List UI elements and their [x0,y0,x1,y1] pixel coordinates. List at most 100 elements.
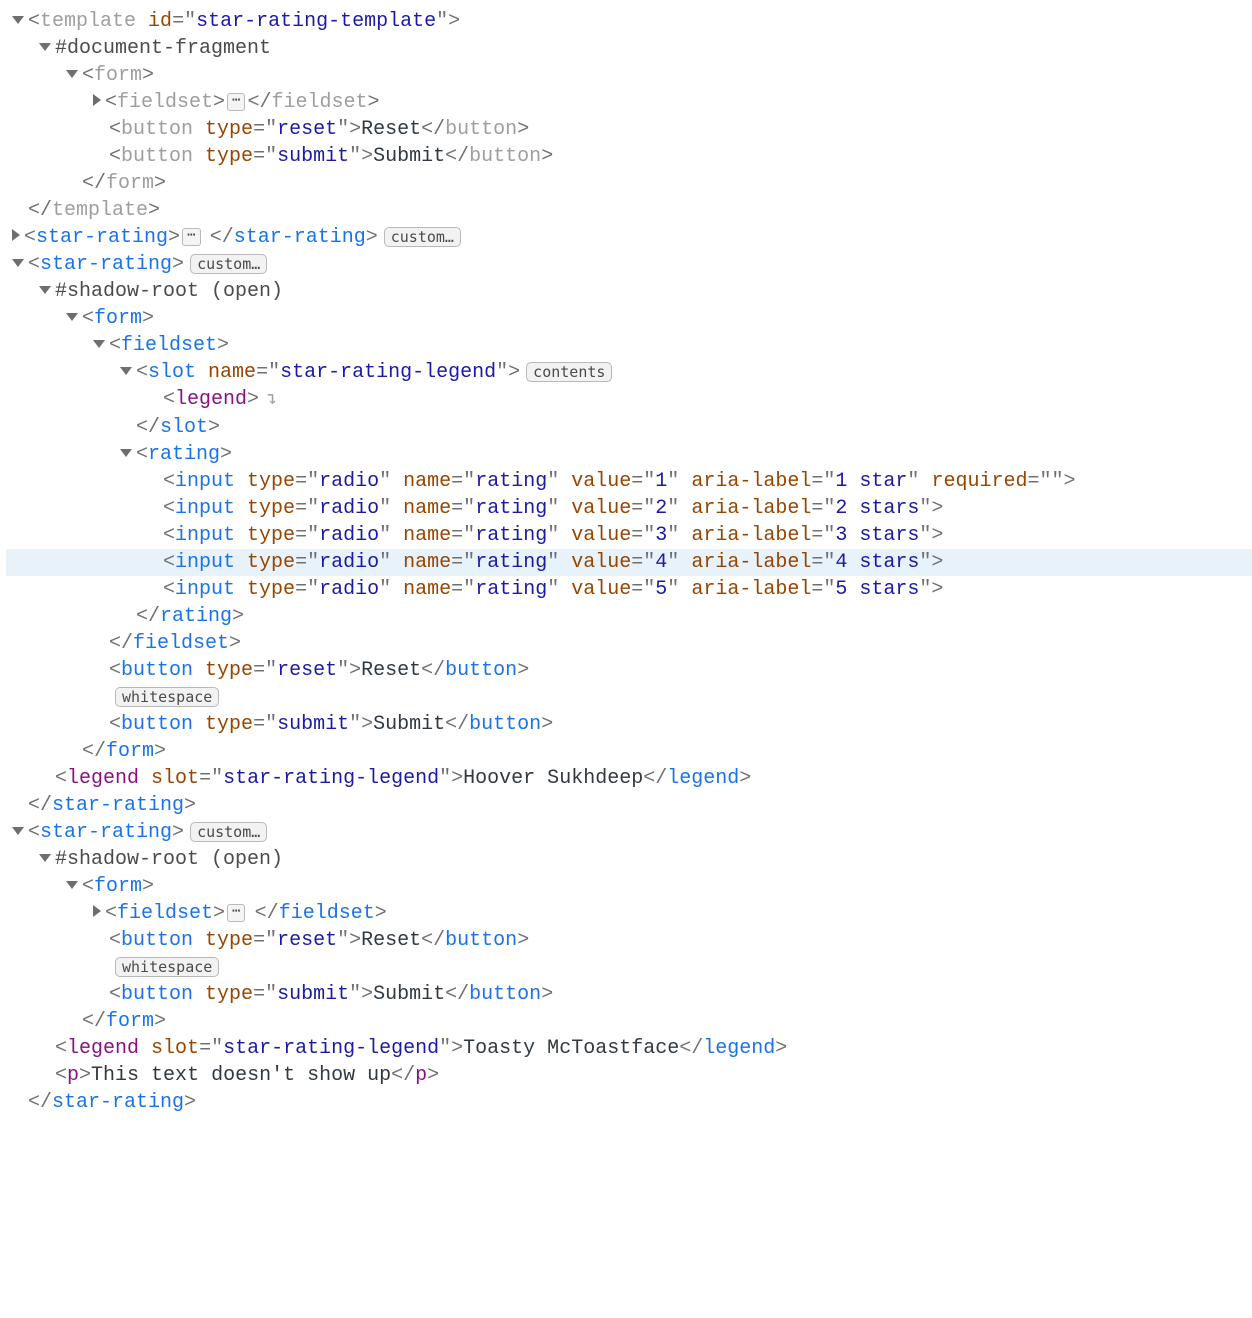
attr-name: value [571,578,631,601]
tree-row[interactable]: </slot> [6,414,1252,441]
tree-row[interactable]: </form> [6,170,1252,197]
text-node: Reset [361,118,421,141]
angle-bracket: > [142,64,154,87]
tree-row[interactable]: <star-rating>custom… [6,819,1252,846]
tag-form: form [94,875,142,898]
tree-row[interactable]: </template> [6,197,1252,224]
tree-row[interactable]: <button type="submit">Submit</button> [6,981,1252,1008]
custom-badge[interactable]: custom… [384,227,461,247]
tree-row[interactable]: <button type="reset">Reset</button> [6,657,1252,684]
row-content: <fieldset>⋯</fieldset> [105,89,380,116]
quote: " [463,578,475,601]
caret-down-icon[interactable] [39,286,51,294]
tree-row[interactable]: <legend slot="star-rating-legend">Hoover… [6,765,1252,792]
custom-badge[interactable]: custom… [190,254,267,274]
tree-row[interactable]: <legend slot="star-rating-legend">Toasty… [6,1035,1252,1062]
tree-row[interactable]: <button type="reset">Reset</button> [6,927,1252,954]
contents-badge: contents [526,362,612,382]
expand-ellipsis-button[interactable]: ⋯ [182,228,200,246]
row-content: <button type="submit">Submit</button> [109,143,553,170]
attr-value: reset [277,659,337,682]
angle-bracket: </ [421,118,445,141]
tree-row[interactable]: </form> [6,1008,1252,1035]
quote: " [436,10,448,33]
caret-down-icon[interactable] [66,881,78,889]
expand-ellipsis-button[interactable]: ⋯ [227,93,245,111]
tree-row[interactable]: </form> [6,738,1252,765]
attr-value: submit [277,713,349,736]
caret-right-icon[interactable] [12,229,20,241]
tree-row[interactable]: </star-rating> [6,792,1252,819]
tree-row[interactable]: whitespace [6,684,1252,711]
equals: = [295,497,307,520]
caret-down-icon[interactable] [12,16,24,24]
space [559,551,571,574]
tree-row[interactable]: <input type="radio" name="rating" value=… [6,522,1252,549]
caret-down-icon[interactable] [120,449,132,457]
tree-row[interactable]: <rating> [6,441,1252,468]
tree-row[interactable]: </star-rating> [6,1089,1252,1116]
tree-row[interactable]: <fieldset>⋯</fieldset> [6,89,1252,116]
quote: " [439,1037,451,1060]
caret-right-icon[interactable] [93,94,101,106]
tree-row[interactable]: #document-fragment [6,35,1252,62]
tree-row[interactable]: <star-rating>custom… [6,251,1252,278]
tree-row[interactable]: <fieldset> [6,332,1252,359]
tree-row[interactable]: <legend> ↴ [6,386,1252,414]
caret-down-icon[interactable] [39,854,51,862]
tree-row[interactable]: <button type="submit">Submit</button> [6,711,1252,738]
row-content: <button type="reset">Reset</button> [109,116,529,143]
tree-row[interactable]: <p>This text doesn't show up</p> [6,1062,1252,1089]
tree-row[interactable]: <input type="radio" name="rating" value=… [6,495,1252,522]
tree-row[interactable]: <input type="radio" name="rating" value=… [6,468,1252,495]
expand-ellipsis-button[interactable]: ⋯ [227,904,245,922]
tree-row[interactable]: <fieldset>⋯ </fieldset> [6,900,1252,927]
tree-row[interactable]: <input type="radio" name="rating" value=… [6,576,1252,603]
angle-bracket: </ [82,172,106,195]
quote: " [349,983,361,1006]
tag-p-close: p [415,1064,427,1087]
caret-down-icon[interactable] [12,259,24,267]
caret-down-icon[interactable] [66,70,78,78]
attr-name: value [571,524,631,547]
row-content: <input type="radio" name="rating" value=… [163,549,943,576]
tree-row[interactable]: <form> [6,62,1252,89]
tree-row[interactable]: #shadow-root (open) [6,846,1252,873]
angle-bracket: < [82,875,94,898]
tree-row[interactable]: <slot name="star-rating-legend">contents [6,359,1252,386]
caret-right-icon[interactable] [93,905,101,917]
equals: = [295,551,307,574]
tag-legend: legend [175,388,247,411]
tree-row[interactable]: </rating> [6,603,1252,630]
quote: " [919,497,931,520]
equals: = [631,524,643,547]
shadow-root-label: #shadow-root (open) [55,280,283,303]
tree-row[interactable]: <template id="star-rating-template"> [6,8,1252,35]
caret-down-icon[interactable] [39,43,51,51]
row-content: #document-fragment [55,35,271,62]
caret-down-icon[interactable] [66,313,78,321]
caret-spacer [39,1072,51,1080]
angle-bracket: > [142,875,154,898]
tree-row[interactable]: <button type="reset">Reset</button> [6,116,1252,143]
tree-row[interactable]: #shadow-root (open) [6,278,1252,305]
angle-bracket: < [24,226,36,249]
tree-row[interactable]: </fieldset> [6,630,1252,657]
caret-spacer [12,802,24,810]
caret-down-icon[interactable] [120,367,132,375]
caret-down-icon[interactable] [93,340,105,348]
angle-bracket: > [451,767,463,790]
angle-bracket: > [172,821,184,844]
caret-down-icon[interactable] [12,827,24,835]
custom-badge[interactable]: custom… [190,822,267,842]
tree-row[interactable]: whitespace [6,954,1252,981]
angle-bracket: < [55,1064,67,1087]
elements-tree[interactable]: <template id="star-rating-template">#doc… [0,0,1252,1136]
angle-bracket: < [109,713,121,736]
tree-row[interactable]: <form> [6,305,1252,332]
tree-row[interactable]: <form> [6,873,1252,900]
tree-row[interactable]: <star-rating>⋯ </star-rating>custom… [6,224,1252,251]
tree-row[interactable]: <button type="submit">Submit</button> [6,143,1252,170]
row-content: <input type="radio" name="rating" value=… [163,576,943,603]
tree-row[interactable]: <input type="radio" name="rating" value=… [6,549,1252,576]
